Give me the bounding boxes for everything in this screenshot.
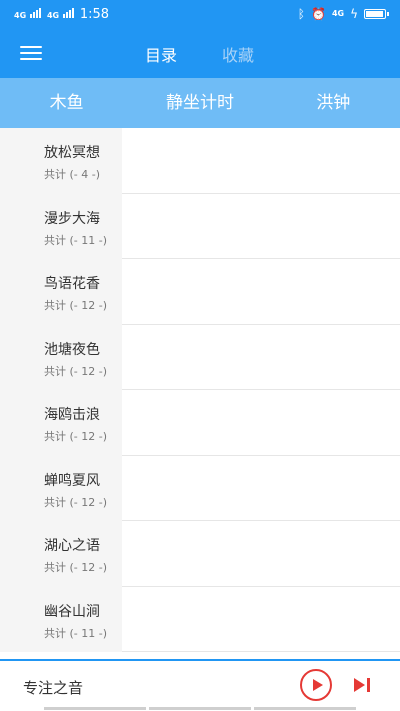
list-item[interactable]: 池塘夜色 共计 (- 12 -) xyxy=(0,324,400,390)
item-count: 共计 (- 12 -) xyxy=(44,430,108,443)
signal-bars-icon xyxy=(62,8,74,18)
item-title: 池塘夜色 xyxy=(44,341,100,358)
alarm-icon: ⏰ xyxy=(310,7,326,21)
play-icon[interactable] xyxy=(300,669,332,701)
list-item[interactable]: 放松冥想 共计 (- 4 -) xyxy=(0,128,400,194)
signal-indicator-2: 4G xyxy=(47,8,74,20)
tab-favorites[interactable]: 收藏 xyxy=(222,42,254,66)
signal-indicator-1: 4G xyxy=(14,8,41,20)
battery-icon xyxy=(364,9,389,19)
status-bar: 4G 4G 1:58 ᛒ ⏰ 4G ϟ xyxy=(0,0,400,28)
item-count: 共计 (- 12 -) xyxy=(44,299,108,312)
list-item[interactable]: 湖心之语 共计 (- 12 -) xyxy=(0,521,400,587)
battery-level xyxy=(366,11,383,17)
now-playing-title: 专注之音 xyxy=(23,679,84,697)
item-title: 蝉鸣夏风 xyxy=(44,472,100,489)
item-title: 幽谷山涧 xyxy=(44,603,100,620)
signal-bars-icon xyxy=(29,8,41,18)
list-item[interactable]: 鸟语花香 共计 (- 12 -) xyxy=(0,259,400,325)
charging-icon: ϟ xyxy=(350,7,358,21)
category-tab-bell[interactable]: 洪钟 xyxy=(267,78,400,128)
list-item[interactable]: 海鸥击浪 共计 (- 12 -) xyxy=(0,390,400,456)
mini-player: 专注之音 xyxy=(0,659,400,711)
item-count: 共计 (- 11 -) xyxy=(44,626,108,640)
category-tab-muyu[interactable]: 木鱼 xyxy=(0,78,133,128)
list-item[interactable]: 漫步大海 共计 (- 11 -) xyxy=(0,193,400,259)
item-title: 鸟语花香 xyxy=(44,276,100,292)
item-count: 共计 (- 4 -) xyxy=(44,168,101,181)
skip-next-icon[interactable] xyxy=(354,676,374,694)
item-count: 共计 (- 12 -) xyxy=(44,495,108,509)
item-count: 共计 (- 11 -) xyxy=(44,233,108,247)
list-item[interactable]: 蝉鸣夏风 共计 (- 12 -) xyxy=(0,455,400,521)
tab-catalog[interactable]: 目录 xyxy=(145,42,177,66)
item-title: 漫步大海 xyxy=(44,210,100,227)
menu-icon[interactable] xyxy=(20,42,42,64)
bluetooth-icon: ᛒ xyxy=(297,7,305,21)
category-tabs: 木鱼 静坐计时 洪钟 xyxy=(0,78,400,128)
item-title: 湖心之语 xyxy=(44,538,100,554)
item-count: 共计 (- 12 -) xyxy=(44,561,108,574)
category-tab-meditation-timer[interactable]: 静坐计时 xyxy=(133,78,266,128)
app-bar: 目录 收藏 xyxy=(0,28,400,78)
list-item[interactable]: 幽谷山涧 共计 (- 11 -) xyxy=(0,586,400,652)
network-type: 4G xyxy=(331,9,345,18)
clock: 1:58 xyxy=(79,6,110,22)
item-count: 共计 (- 12 -) xyxy=(44,364,108,378)
gesture-bar xyxy=(44,707,356,710)
playlist: 放松冥想 共计 (- 4 -) 漫步大海 共计 (- 11 -) 鸟语花香 共计… xyxy=(0,128,400,659)
item-title: 海鸥击浪 xyxy=(44,407,100,423)
item-title: 放松冥想 xyxy=(44,145,100,161)
